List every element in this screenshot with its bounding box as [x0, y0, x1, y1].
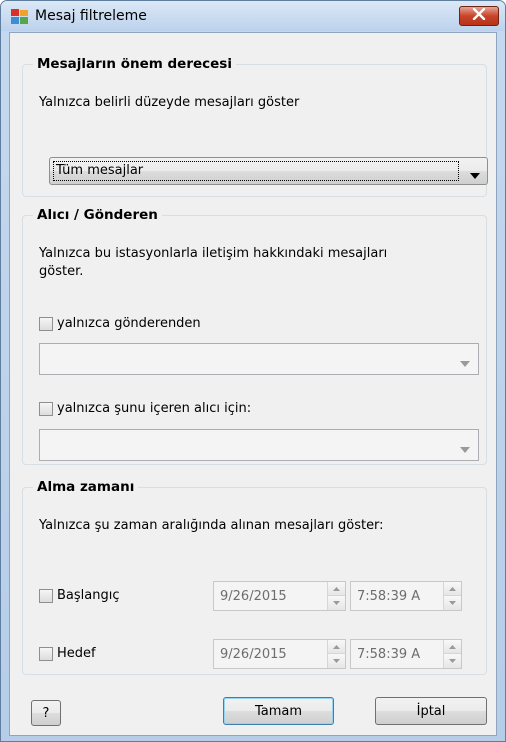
- severity-description: Yalnızca belirli düzeyde mesajları göste…: [39, 95, 300, 110]
- recipient-group-title: Alıcı / Gönderen: [33, 206, 162, 224]
- start-checkbox[interactable]: [39, 588, 53, 603]
- dialog-body: Mesajların önem derecesi Yalnızca belirl…: [9, 32, 497, 736]
- end-date-picker[interactable]: 9/26/2015: [213, 639, 346, 669]
- chevron-down-icon: [460, 442, 470, 457]
- title-bar[interactable]: Mesaj filtreleme: [1, 1, 505, 31]
- time-group: Alma zamanı Yalnızca şu zaman aralığında…: [22, 478, 487, 675]
- end-checkbox-row[interactable]: Hedef: [39, 646, 96, 661]
- spin-up-icon[interactable]: [444, 582, 461, 596]
- end-time-value: 7:58:39 A: [357, 647, 421, 662]
- spin-up-icon[interactable]: [328, 640, 345, 654]
- spin-up-icon[interactable]: [328, 582, 345, 596]
- recipient-checkbox-label: yalnızca şunu içeren alıcı için:: [57, 401, 252, 416]
- chevron-down-icon: [470, 168, 480, 183]
- sender-checkbox[interactable]: [39, 316, 53, 331]
- ok-button[interactable]: Tamam: [223, 697, 334, 725]
- start-date-picker[interactable]: 9/26/2015: [213, 581, 346, 611]
- sender-checkbox-row[interactable]: yalnızca gönderenden: [39, 316, 201, 331]
- end-time-picker[interactable]: 7:58:39 A: [350, 639, 462, 669]
- time-group-title: Alma zamanı: [33, 478, 139, 496]
- severity-select-value: Tüm mesajlar: [53, 161, 459, 181]
- avg-logo-icon: [11, 9, 29, 25]
- recipient-combo[interactable]: [39, 429, 479, 461]
- time-description: Yalnızca şu zaman aralığında alınan mesa…: [39, 518, 384, 533]
- recipient-checkbox-row[interactable]: yalnızca şunu içeren alıcı için:: [39, 401, 251, 416]
- severity-group-title: Mesajların önem derecesi: [33, 55, 236, 73]
- help-button[interactable]: ?: [31, 700, 61, 726]
- severity-select[interactable]: Tüm mesajlar: [49, 157, 488, 185]
- close-icon: [472, 7, 486, 24]
- end-date-spinner[interactable]: [327, 640, 345, 668]
- start-date-spinner[interactable]: [327, 582, 345, 610]
- recipient-checkbox[interactable]: [39, 401, 53, 416]
- severity-group: Mesajların önem derecesi Yalnızca belirl…: [22, 55, 488, 197]
- cancel-button[interactable]: İptal: [375, 697, 487, 725]
- start-time-spinner[interactable]: [443, 582, 461, 610]
- recipient-description-line1: Yalnızca bu istasyonlarla iletişim hakkı…: [39, 246, 388, 261]
- spin-up-icon[interactable]: [444, 640, 461, 654]
- close-button[interactable]: [459, 6, 499, 26]
- start-checkbox-row[interactable]: Başlangıç: [39, 588, 120, 603]
- start-time-picker[interactable]: 7:58:39 A: [350, 581, 462, 611]
- sender-checkbox-label: yalnızca gönderenden: [57, 316, 201, 331]
- dialog-window: Mesaj filtreleme Mesajların önem dereces…: [0, 0, 506, 742]
- spin-down-icon[interactable]: [444, 596, 461, 610]
- start-checkbox-label: Başlangıç: [57, 588, 120, 603]
- end-checkbox-label: Hedef: [57, 646, 96, 661]
- recipient-description-line2: göster.: [39, 264, 84, 279]
- end-date-value: 9/26/2015: [220, 647, 287, 662]
- spin-down-icon[interactable]: [328, 654, 345, 668]
- end-checkbox[interactable]: [39, 646, 53, 661]
- sender-combo[interactable]: [39, 343, 479, 375]
- spin-down-icon[interactable]: [444, 654, 461, 668]
- spin-down-icon[interactable]: [328, 596, 345, 610]
- end-time-spinner[interactable]: [443, 640, 461, 668]
- chevron-down-icon: [460, 356, 470, 371]
- start-time-value: 7:58:39 A: [357, 589, 421, 604]
- window-title: Mesaj filtreleme: [35, 8, 147, 24]
- start-date-value: 9/26/2015: [220, 589, 287, 604]
- recipient-group: Alıcı / Gönderen Yalnızca bu istasyonlar…: [22, 206, 487, 465]
